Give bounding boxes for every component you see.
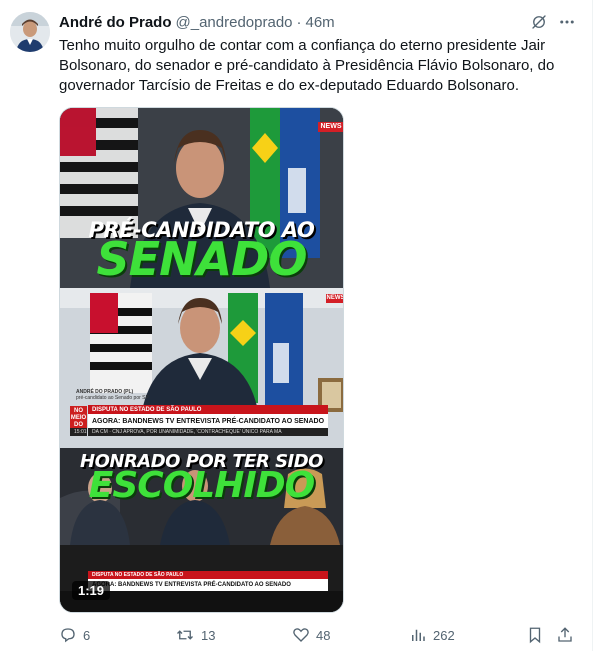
news-logo: NEWS — [318, 122, 343, 132]
views-button[interactable]: 262 — [409, 625, 455, 645]
ticker-topic-3: DISPUTA NO ESTADO DE SÃO PAULO — [88, 571, 328, 579]
reply-icon — [61, 628, 75, 643]
repost-button[interactable]: 13 — [175, 625, 215, 645]
live-badge: NO MEIO DO DIA — [70, 406, 87, 435]
bookmark-button[interactable] — [526, 625, 550, 645]
share-button[interactable] — [556, 625, 580, 645]
video-frame-1: NEWS PRÉ-CANDIDATO AO SENADO — [60, 108, 343, 288]
like-button[interactable]: 48 — [292, 625, 330, 645]
tweet-header: André do Prado @_andredoprado · 46m — [59, 12, 335, 32]
reply-count: 6 — [83, 627, 91, 643]
video-duration: 1:19 — [72, 581, 111, 600]
headline-green-1: SENADO — [96, 232, 308, 286]
news-logo-2: NEWS — [326, 294, 343, 303]
views-count: 262 — [433, 627, 455, 643]
timestamp[interactable]: 46m — [306, 14, 335, 31]
ticker-clock: 15:01 — [70, 428, 87, 436]
ticker-headline-3: AGORA: BANDNEWS TV ENTREVISTA PRÉ-CANDID… — [88, 579, 328, 591]
tweet-card[interactable]: André do Prado @_andredoprado · 46m Tenh… — [0, 0, 593, 651]
tweet-text: Tenho muito orgulho de contar com a conf… — [59, 37, 555, 94]
action-bar: 6 13 48 262 — [59, 625, 579, 645]
avatar[interactable] — [10, 12, 50, 52]
video-player[interactable]: NEWS PRÉ-CANDIDATO AO SENADO NEWS ANDRÉ … — [59, 107, 344, 613]
repost-icon — [177, 630, 193, 640]
more-icon[interactable] — [557, 12, 577, 32]
views-icon — [412, 629, 425, 641]
author-name[interactable]: André do Prado — [59, 14, 172, 31]
repost-count: 13 — [201, 627, 216, 643]
video-frame-3: DISPUTA NO ESTADO DE SÃO PAULO AGORA: BA… — [60, 545, 343, 612]
ticker-headline: AGORA: BANDNEWS TV ENTREVISTA PRÉ-CANDID… — [88, 414, 328, 428]
video-frame-2: NEWS ANDRÉ DO PRADO (PL) pré-candidato a… — [60, 288, 343, 545]
headline-green-2: ESCOLHIDO — [88, 465, 316, 506]
reply-button[interactable]: 6 — [59, 625, 90, 645]
ticker-topic: DISPUTA NO ESTADO DE SÃO PAULO — [88, 405, 328, 414]
grok-icon[interactable] — [529, 12, 549, 32]
like-count: 48 — [316, 627, 331, 643]
name-tag: ANDRÉ DO PRADO (PL) pré-candidato ao Sen… — [76, 389, 196, 403]
heart-icon — [293, 628, 309, 642]
share-icon — [558, 627, 572, 642]
bookmark-icon — [529, 627, 541, 644]
name-tag-subtitle: pré-candidato ao Senado por SP — [76, 395, 149, 401]
ticker-crawl: DA CM · CNJ APROVA, POR UNANIMIDADE, 'CO… — [88, 428, 328, 436]
author-handle[interactable]: @_andredoprado — [176, 14, 293, 31]
separator-dot: · — [296, 13, 302, 31]
